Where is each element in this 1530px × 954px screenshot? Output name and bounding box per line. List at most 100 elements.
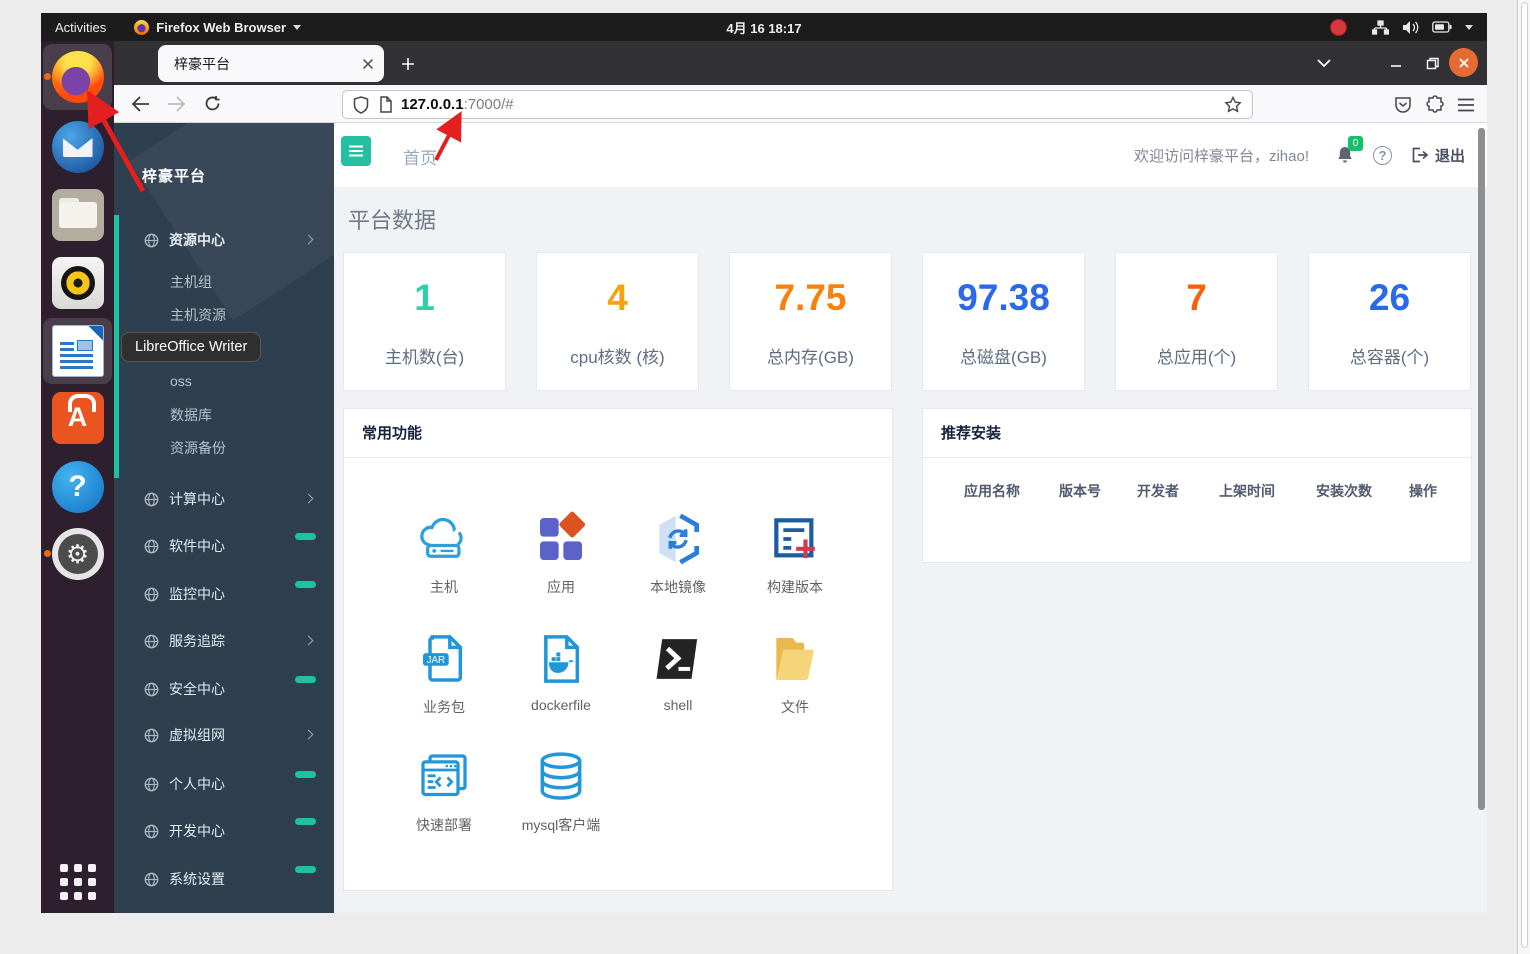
sidebar-item-label: 软件中心 <box>169 538 225 554</box>
bookmark-star-icon[interactable] <box>1224 96 1242 113</box>
globe-icon <box>144 587 159 601</box>
sidebar-item-system-settings[interactable]: 系统设置 <box>114 862 334 896</box>
feature-app[interactable]: 应用 <box>501 511 621 597</box>
app-title: 梓豪平台 <box>142 168 207 185</box>
sidebar-item-label: 虚拟组网 <box>169 727 225 743</box>
url-bar[interactable]: 127.0.0.1:7000/# <box>342 90 1253 119</box>
pocket-icon[interactable] <box>1393 95 1413 115</box>
thunderbird-icon <box>51 121 104 173</box>
shield-icon[interactable] <box>353 95 369 114</box>
chevron-down-icon <box>1465 24 1473 30</box>
features-panel-title: 常用功能 <box>344 409 892 458</box>
record-dot-icon <box>1330 18 1347 36</box>
forward-button[interactable] <box>162 90 190 118</box>
page-info-icon[interactable] <box>379 96 393 113</box>
sidebar-item-dev-center[interactable]: 开发中心 <box>114 814 334 848</box>
feature-host[interactable]: 主机 <box>384 511 504 597</box>
feature-jar-package[interactable]: JAR 业务包 <box>384 631 504 717</box>
dock-item-rhythmbox[interactable] <box>41 252 114 314</box>
feature-label: 主机 <box>430 579 458 595</box>
sidebar-item-software-center[interactable]: 软件中心 <box>114 529 334 563</box>
build-version-icon <box>774 518 815 559</box>
sidebar-item-service-trace[interactable]: 服务追踪 <box>114 624 334 658</box>
sidebar-subitem[interactable]: 主机组 <box>170 267 320 297</box>
dock-item-firefox[interactable] <box>41 44 114 110</box>
stat-label: 主机数(台) <box>384 348 465 367</box>
tab-close-icon[interactable] <box>362 58 374 70</box>
sidebar-item-virtual-network[interactable]: 虚拟组网 <box>114 718 334 752</box>
globe-icon <box>144 777 159 791</box>
feature-mysql-client[interactable]: mysql客户端 <box>501 749 621 835</box>
help-button[interactable]: ? <box>1372 145 1392 165</box>
back-button[interactable] <box>126 90 154 118</box>
feature-shell[interactable]: shell <box>618 631 738 713</box>
show-applications-button[interactable] <box>41 851 114 913</box>
sidebar-subitem[interactable]: 资源备份 <box>170 433 320 463</box>
close-button[interactable] <box>1449 48 1478 77</box>
sidebar-item-security-center[interactable]: 安全中心 <box>114 672 334 706</box>
restore-button[interactable] <box>1418 49 1446 77</box>
system-tray[interactable] <box>1330 13 1473 41</box>
menu-pill-indicator <box>295 676 316 683</box>
feature-label: 文件 <box>781 699 809 715</box>
dock-item-help[interactable]: ? <box>41 456 114 518</box>
menu-pill-indicator <box>295 771 316 778</box>
stat-value: 7 <box>1186 277 1207 318</box>
sidebar-item-compute-center[interactable]: 计算中心 <box>114 482 334 516</box>
recommend-panel: 推荐安装 应用名称 版本号 开发者 上架时间 安装次数 操作 <box>922 408 1472 563</box>
sidebar-subitem[interactable]: 数据库 <box>170 400 320 430</box>
sidebar-subitem[interactable]: oss <box>170 366 320 396</box>
viewer-scrollbar[interactable] <box>1517 0 1530 954</box>
feature-build-version[interactable]: 构建版本 <box>735 511 855 597</box>
page-scrollbar[interactable] <box>1478 128 1485 810</box>
apps-grid-icon <box>59 864 96 900</box>
svg-text:JAR: JAR <box>427 655 445 666</box>
feature-local-image[interactable]: 本地镜像 <box>618 511 738 597</box>
stat-value: 7.75 <box>774 277 847 318</box>
tab-title: 梓豪平台 <box>174 55 230 72</box>
restore-icon <box>1426 57 1439 69</box>
globe-icon <box>144 728 159 742</box>
sidebar-item-monitor-center[interactable]: 监控中心 <box>114 577 334 611</box>
battery-icon <box>1432 21 1452 33</box>
stat-card-apps: 7 总应用(个) <box>1115 252 1278 391</box>
sidebar-item-label: 计算中心 <box>169 491 225 507</box>
sidebar-toggle-button[interactable] <box>341 136 371 166</box>
sidebar-item-label: 系统设置 <box>169 871 225 887</box>
feature-file[interactable]: 文件 <box>735 631 855 717</box>
extensions-puzzle-icon[interactable] <box>1425 94 1445 115</box>
minimize-button[interactable] <box>1382 49 1410 77</box>
clock[interactable]: 4月 16 18:17 <box>41 18 1487 37</box>
new-tab-button[interactable] <box>395 51 421 77</box>
list-all-tabs-button[interactable] <box>1310 49 1338 77</box>
chevron-right-icon <box>303 635 314 646</box>
breadcrumb[interactable]: 首页 <box>403 144 437 169</box>
dock-item-libreoffice-writer[interactable] <box>41 318 114 384</box>
sidebar-subitem[interactable]: 主机资源 <box>170 300 320 330</box>
reload-icon <box>205 96 219 111</box>
browser-tab[interactable]: 梓豪平台 <box>158 45 384 82</box>
logout-button[interactable]: 退出 <box>1411 145 1465 166</box>
dock-item-thunderbird[interactable] <box>41 116 114 178</box>
feature-label: shell <box>663 697 693 713</box>
feature-dockerfile[interactable]: dockerfile <box>501 631 621 713</box>
stat-label: 总容器(个) <box>1349 348 1430 367</box>
dock-item-ubuntu-software[interactable]: A <box>41 387 114 449</box>
sidebar-item-personal-center[interactable]: 个人中心 <box>114 767 334 801</box>
sidebar-item-label: 安全中心 <box>169 681 225 697</box>
gnome-top-bar: Activities Firefox Web Browser 4月 16 18:… <box>41 13 1487 41</box>
firefox-window: 梓豪平台 127.0.0.1:7000/# 梓豪平台 资源中心 主机组 主机资… <box>114 41 1487 913</box>
stat-card-containers: 26 总容器(个) <box>1308 252 1471 391</box>
dock-item-files[interactable] <box>41 184 114 246</box>
menu-hamburger-icon[interactable] <box>1457 98 1475 112</box>
ubuntu-dock: A ? ⚙ <box>41 41 114 913</box>
table-header-actions: 操作 <box>1409 483 1437 499</box>
feature-label: 业务包 <box>423 699 465 715</box>
sidebar-item-resource-center[interactable]: 资源中心 <box>114 223 334 257</box>
reload-button[interactable] <box>198 90 226 118</box>
feature-quick-deploy[interactable]: 快速部署 <box>384 749 504 835</box>
desktop-screen: Activities Firefox Web Browser 4月 16 18:… <box>41 13 1487 913</box>
dock-item-settings[interactable]: ⚙ <box>41 523 114 585</box>
globe-icon <box>144 539 159 553</box>
notifications-button[interactable]: 0 <box>1336 136 1363 165</box>
